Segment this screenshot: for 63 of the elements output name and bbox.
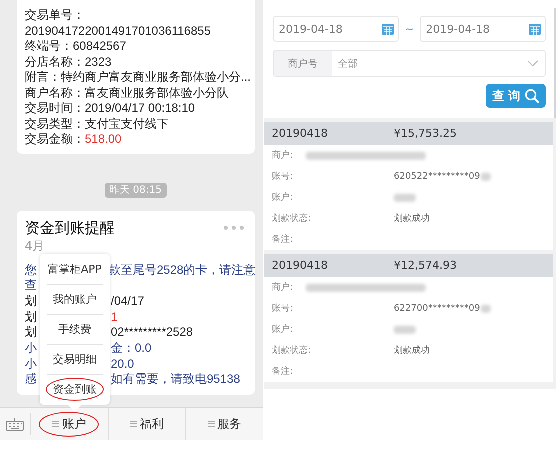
notice-title: 资金到账提醒 — [25, 218, 115, 238]
notice-text: /04/17 — [111, 294, 144, 310]
field-label: 备注: — [272, 366, 294, 378]
notice-text: 划 — [25, 294, 38, 310]
field-value: 划款成功 — [394, 212, 430, 225]
notice-text: 划 — [25, 325, 38, 342]
field-label: 划款状态: — [272, 344, 312, 357]
message-line: 交易金额：518.00 — [25, 132, 123, 148]
field-value: 划款成功 — [394, 344, 430, 357]
message-line: 交易类型：支付宝支付线下 — [25, 116, 170, 132]
menu-item[interactable]: 手续费 — [56, 318, 94, 341]
menu-icon — [130, 421, 137, 428]
search-icon — [524, 88, 540, 104]
message-line: 商户名称：富友商业服务部体验小分队 — [25, 86, 230, 101]
calendar-icon[interactable] — [382, 23, 394, 35]
field-value: 620522*********09 — [394, 172, 480, 182]
chevron-down-icon — [527, 60, 539, 67]
field-label: 账户: — [272, 192, 294, 204]
field-label: 商户: — [272, 150, 294, 162]
merchant-label: 商户号 — [274, 51, 332, 76]
notice-date: 4月 — [25, 238, 46, 254]
field-label: 账户: — [272, 324, 294, 336]
menu-tab[interactable]: 福利 — [125, 412, 169, 436]
menu-item[interactable]: 资金到账 — [46, 378, 104, 401]
field-label: 账号: — [272, 170, 294, 183]
notice-text: 划 — [25, 310, 38, 326]
notice-text: 02*********2528 — [111, 325, 194, 342]
menu-item[interactable]: 交易明细 — [50, 348, 100, 371]
field-value: 622700*********09 — [394, 304, 480, 314]
date-field[interactable]: 2019-04-18 — [273, 16, 399, 42]
menu-item[interactable]: 富掌柜APP — [45, 258, 105, 281]
notice-text: 如有需要，请致电95138 — [111, 372, 240, 388]
message-line: 2019041722001491701036116855 — [25, 24, 212, 39]
menu-tab[interactable]: 服务 — [202, 412, 247, 436]
menu-item[interactable]: 我的账户 — [50, 288, 100, 311]
notice-text: 您 — [25, 262, 37, 278]
notice-text: 查 — [25, 278, 38, 294]
range-separator: ~ — [404, 22, 414, 36]
message-line: 附言：特约商户富友商业服务部体验小分... — [25, 70, 249, 86]
field-label: 划款状态: — [272, 212, 312, 225]
field-label: 账号: — [272, 302, 294, 315]
message-line: 分店名称：2323 — [25, 54, 113, 70]
more-icon[interactable] — [223, 225, 245, 231]
notice-text: 小 — [25, 356, 38, 372]
message-line: 终端号：60842567 — [25, 39, 128, 54]
timestamp: 昨天 08:15 — [105, 182, 167, 198]
calendar-icon[interactable] — [529, 23, 541, 35]
notice-text: 小 — [25, 341, 38, 357]
date-field[interactable]: 2019-04-18 — [420, 16, 546, 42]
message-line: 交易时间：2019/04/17 00:18:10 — [25, 101, 196, 116]
record-header: 20190418 ¥15,753.25 — [264, 122, 553, 145]
notice-text: 金：0.0 — [111, 341, 152, 357]
notice-text: 款至尾号2528的卡，请注意 — [109, 262, 256, 278]
field-label: 备注: — [272, 234, 294, 246]
menu-icon — [52, 421, 60, 428]
menu-icon — [208, 421, 215, 428]
notice-text: 感 — [25, 372, 38, 388]
notice-text: 1 — [111, 310, 118, 326]
menu-tab[interactable]: 账户 — [39, 412, 100, 436]
notice-text: 20.0 — [111, 356, 134, 372]
record-header: 20190418 ¥12,574.93 — [264, 254, 553, 277]
message-line: 交易单号： — [25, 8, 86, 24]
field-label: 商户: — [272, 282, 294, 294]
